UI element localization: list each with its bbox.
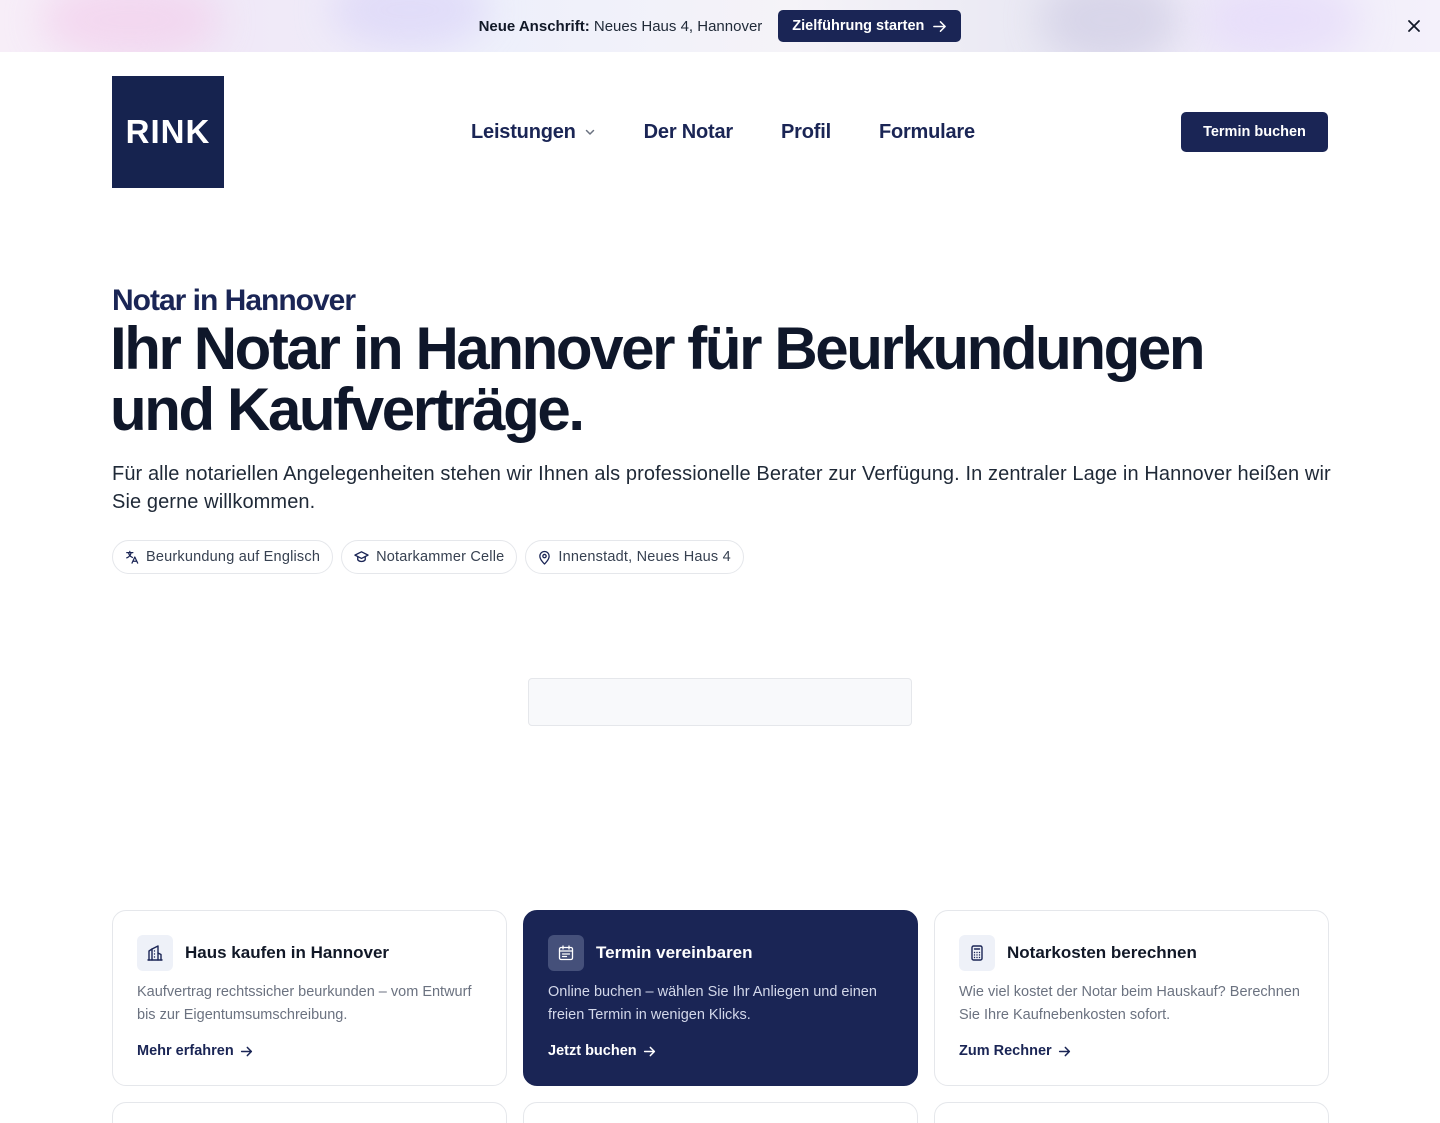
- house-chart-icon: [137, 935, 173, 971]
- book-appointment-label: Termin buchen: [1203, 124, 1306, 140]
- nav-item-der-notar[interactable]: Der Notar: [643, 120, 734, 144]
- card-partial[interactable]: [523, 1102, 918, 1123]
- map-pin-icon: [539, 550, 551, 565]
- main-navigation: Leistungen Der Notar Profil Formulare: [471, 112, 975, 152]
- translate-icon: [126, 550, 139, 564]
- headline-line-2: und Kaufverträge.: [110, 376, 585, 443]
- close-icon: [1408, 20, 1420, 32]
- logo-text: RINK: [125, 113, 211, 150]
- arrow-right-icon: [240, 1046, 252, 1056]
- calculator-icon: [959, 935, 995, 971]
- card-title: Termin vereinbaren: [596, 943, 753, 962]
- card-buy-house[interactable]: Haus kaufen in Hannover Kaufvertrag rech…: [112, 910, 507, 1086]
- card-link-label: Mehr erfahren: [137, 1043, 234, 1059]
- nav-item-label: Formulare: [878, 120, 975, 143]
- service-cards-second-row: [112, 1102, 1329, 1123]
- chevron-down-icon: [585, 129, 594, 135]
- hero-lead: Für alle notariellen Angelegenheiten ste…: [112, 463, 1331, 513]
- nav-item-profil[interactable]: Profil: [781, 121, 831, 144]
- announcement-banner: Neue Anschrift: Neues Haus 4, Hannover Z…: [0, 0, 1440, 52]
- banner-decoration: [1200, 0, 1360, 52]
- feature-chips: Beurkundung auf Englisch Notarkammer Cel…: [112, 540, 744, 574]
- hero-eyebrow: Notar in Hannover: [112, 284, 356, 317]
- card-description: Wie viel kostet der Notar beim Hauskauf?…: [959, 984, 1300, 1023]
- card-notary-costs[interactable]: Notarkosten berechnen Wie viel kostet de…: [934, 910, 1329, 1086]
- chip-notarkammer: Notarkammer Celle: [341, 540, 518, 574]
- card-book-appointment[interactable]: Termin vereinbaren Online buchen – wähle…: [523, 910, 918, 1086]
- headline-line-1: Ihr Notar in Hannover für Beurkundungen: [110, 315, 1206, 382]
- banner-decoration: [1040, 0, 1180, 52]
- book-appointment-button[interactable]: Termin buchen: [1181, 112, 1328, 152]
- graduation-cap-icon: [354, 551, 369, 563]
- nav-item-label: Profil: [781, 120, 831, 143]
- card-link-label: Jetzt buchen: [548, 1043, 637, 1059]
- arrow-right-icon: [933, 20, 947, 32]
- book-now-link[interactable]: Jetzt buchen: [548, 1043, 656, 1059]
- logo[interactable]: RINK: [112, 76, 224, 188]
- card-title: Notarkosten berechnen: [1007, 943, 1197, 962]
- learn-more-link[interactable]: Mehr erfahren: [137, 1043, 253, 1059]
- card-link-label: Zum Rechner: [959, 1043, 1052, 1059]
- close-banner-button[interactable]: [1402, 14, 1426, 38]
- nav-item-formulare[interactable]: Formulare: [879, 121, 975, 144]
- banner-decoration: [40, 0, 220, 52]
- arrow-right-icon: [1058, 1046, 1070, 1056]
- card-description: Kaufvertrag rechtssicher beurkunden – vo…: [137, 984, 472, 1023]
- start-navigation-label: Zielführung starten: [792, 18, 925, 34]
- chip-label: Beurkundung auf Englisch: [146, 549, 321, 565]
- hero-headline: Ihr Notar in Hannover für Beurkundungen …: [110, 318, 1350, 440]
- card-partial[interactable]: [934, 1102, 1329, 1123]
- chip-location: Innenstadt, Neues Haus 4: [525, 540, 744, 574]
- chip-label: Notarkammer Celle: [376, 549, 505, 565]
- start-navigation-button[interactable]: Zielführung starten: [778, 10, 962, 42]
- service-cards: Haus kaufen in Hannover Kaufvertrag rech…: [112, 910, 1329, 1086]
- nav-item-label: Leistungen: [471, 120, 576, 143]
- chip-english-notarization: Beurkundung auf Englisch: [112, 540, 334, 574]
- card-title: Haus kaufen in Hannover: [185, 943, 390, 962]
- card-description: Online buchen – wählen Sie Ihr Anliegen …: [548, 984, 877, 1023]
- card-partial[interactable]: [112, 1102, 507, 1123]
- calculator-link[interactable]: Zum Rechner: [959, 1043, 1071, 1059]
- nav-item-leistungen[interactable]: Leistungen: [471, 121, 596, 144]
- calendar-icon: [548, 935, 584, 971]
- chip-label: Innenstadt, Neues Haus 4: [558, 549, 731, 565]
- banner-message: Neue Anschrift: Neues Haus 4, Hannover: [478, 17, 763, 35]
- arrow-right-icon: [643, 1046, 655, 1056]
- nav-item-label: Der Notar: [643, 120, 734, 143]
- banner-decoration: [330, 0, 490, 50]
- embedded-widget-placeholder: [528, 678, 912, 726]
